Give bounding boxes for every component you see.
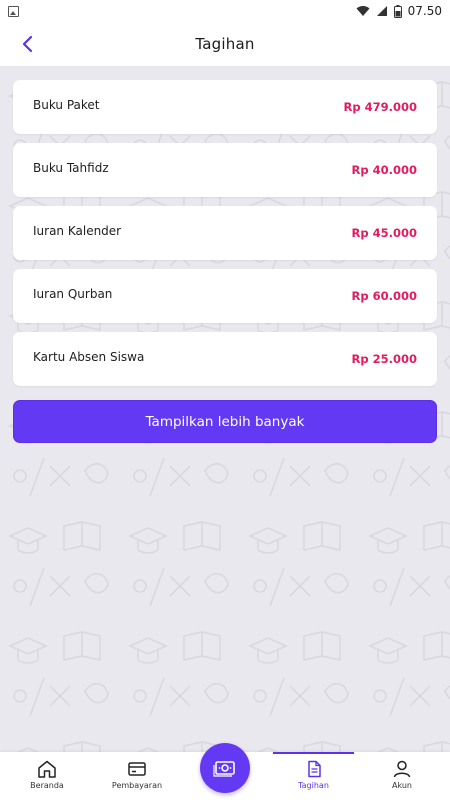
bill-amount: Rp 25.000 xyxy=(351,352,417,366)
nav-beranda[interactable]: Beranda xyxy=(14,752,80,800)
bill-amount: Rp 40.000 xyxy=(351,163,417,177)
bill-list-area: Buku Paket Rp 479.000 Buku Tahfidz Rp 40… xyxy=(0,66,450,752)
nav-label: Tagihan xyxy=(298,781,329,790)
bill-list: Buku Paket Rp 479.000 Buku Tahfidz Rp 40… xyxy=(13,80,437,395)
home-icon xyxy=(38,760,56,778)
nav-tagihan[interactable]: Tagihan xyxy=(273,752,354,800)
show-more-button[interactable]: Tampilkan lebih banyak xyxy=(13,400,437,443)
gallery-notification-icon xyxy=(8,5,19,17)
credit-card-icon xyxy=(128,762,146,776)
bill-name: Iuran Kalender xyxy=(33,224,122,238)
bill-name: Buku Paket xyxy=(33,98,100,112)
chevron-left-icon xyxy=(22,35,33,53)
bill-item[interactable]: Kartu Absen Siswa Rp 25.000 xyxy=(13,332,437,386)
nav-pembayaran[interactable]: Pembayaran xyxy=(102,752,172,800)
user-icon xyxy=(393,760,411,778)
bill-name: Buku Tahfidz xyxy=(33,161,109,175)
bill-amount: Rp 479.000 xyxy=(343,100,417,114)
status-bar: 07.50 xyxy=(0,0,450,22)
bill-item[interactable]: Iuran Qurban Rp 60.000 xyxy=(13,269,437,323)
bill-name: Iuran Qurban xyxy=(33,287,113,301)
page-title: Tagihan xyxy=(195,35,255,53)
payment-fab-button[interactable] xyxy=(200,743,250,793)
bill-item[interactable]: Buku Tahfidz Rp 40.000 xyxy=(13,143,437,197)
back-button[interactable] xyxy=(14,30,42,58)
battery-icon xyxy=(393,4,402,18)
status-time: 07.50 xyxy=(407,4,442,18)
nav-label: Pembayaran xyxy=(111,781,163,790)
nav-akun[interactable]: Akun xyxy=(372,752,432,800)
app-header: Tagihan xyxy=(0,22,450,66)
bill-item[interactable]: Iuran Kalender Rp 45.000 xyxy=(13,206,437,260)
signal-icon xyxy=(376,6,387,16)
bill-item[interactable]: Buku Paket Rp 479.000 xyxy=(13,80,437,134)
nav-label: Akun xyxy=(392,781,412,790)
document-icon xyxy=(307,760,321,778)
nav-label: Beranda xyxy=(30,781,64,790)
cash-icon xyxy=(213,761,235,777)
bill-name: Kartu Absen Siswa xyxy=(33,350,145,364)
wifi-icon xyxy=(356,6,370,17)
bill-amount: Rp 45.000 xyxy=(351,226,417,240)
bill-amount: Rp 60.000 xyxy=(351,289,417,303)
